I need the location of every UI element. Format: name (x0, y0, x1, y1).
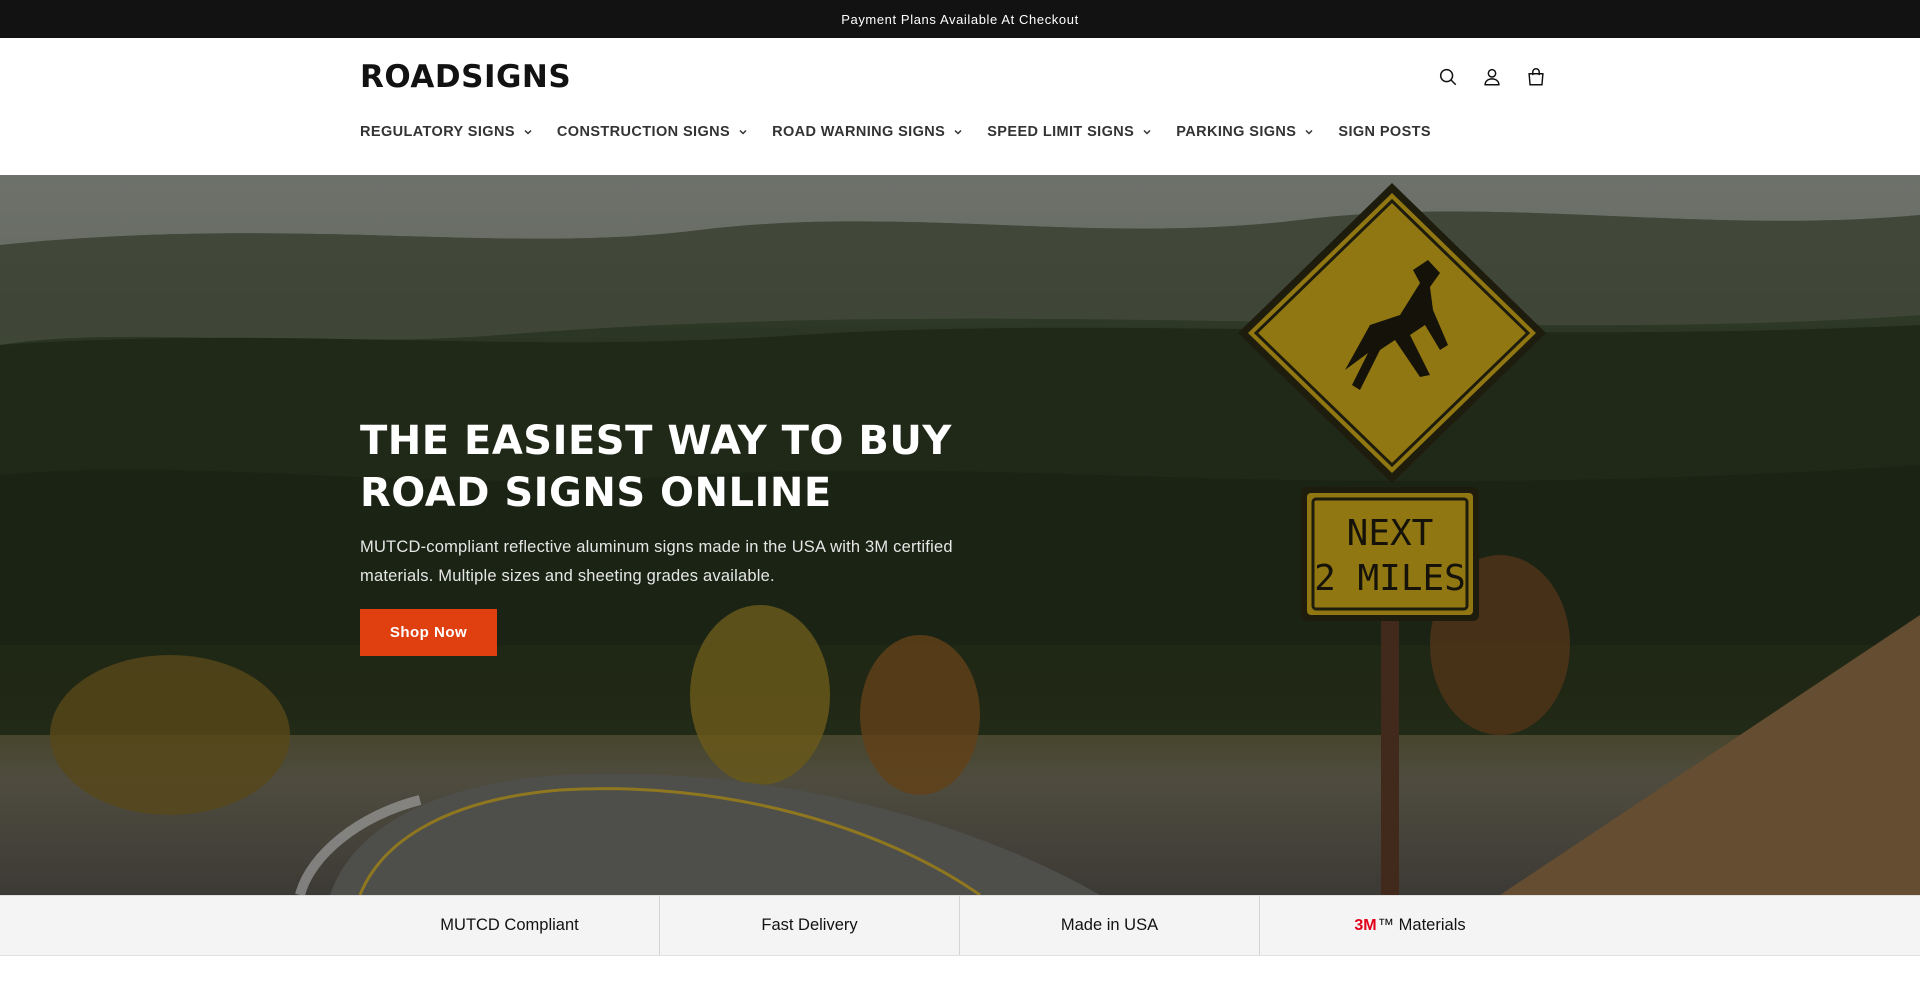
nav-item-label: SPEED LIMIT SIGNS (987, 124, 1135, 140)
announcement-text: Payment Plans Available At Checkout (841, 11, 1079, 27)
site-logo[interactable]: ROADSIGNS (360, 62, 571, 93)
nav-item-sign-posts[interactable]: SIGN POSTS (1338, 124, 1431, 140)
chevron-down-icon (1142, 127, 1152, 137)
hero-subtitle: MUTCD-compliant reflective aluminum sign… (360, 538, 953, 585)
nav-item-label: REGULATORY SIGNS (360, 124, 515, 140)
feature-mutcd-compliant: MUTCD Compliant (360, 896, 660, 955)
feature-label: MUTCD Compliant (440, 916, 579, 934)
feature-fast-delivery: Fast Delivery (660, 896, 960, 955)
feature-label: Fast Delivery (761, 916, 858, 934)
account-icon[interactable] (1480, 65, 1504, 89)
chevron-down-icon (1304, 127, 1314, 137)
search-icon[interactable] (1436, 65, 1460, 89)
chevron-down-icon (953, 127, 963, 137)
main-nav: REGULATORY SIGNS CONSTRUCTION SIGNS ROAD… (360, 124, 1455, 140)
3m-brand-mark: 3M (1354, 916, 1377, 934)
hero-banner: NEXT 2 MILES THE EASIEST WAY TO BUY ROAD… (0, 175, 1920, 895)
nav-item-road-warning-signs[interactable]: ROAD WARNING SIGNS (772, 124, 963, 140)
announcement-bar: Payment Plans Available At Checkout (0, 0, 1920, 38)
site-header: ROADSIGNS REGULATORY SIGNS CONSTRUCTION … (0, 38, 1920, 175)
chevron-down-icon (523, 127, 533, 137)
header-icons (1436, 65, 1548, 89)
nav-item-label: ROAD WARNING SIGNS (772, 124, 946, 140)
nav-item-label: SIGN POSTS (1338, 124, 1432, 140)
nav-item-regulatory-signs[interactable]: REGULATORY SIGNS (360, 124, 533, 140)
nav-item-speed-limit-signs[interactable]: SPEED LIMIT SIGNS (987, 124, 1152, 140)
nav-item-parking-signs[interactable]: PARKING SIGNS (1176, 124, 1314, 140)
feature-3m-materials: 3M ™ Materials (1260, 896, 1560, 955)
feature-label: Made in USA (1060, 916, 1159, 934)
feature-label: ™ Materials (1377, 916, 1466, 934)
cart-icon[interactable] (1524, 65, 1548, 89)
hero-title: THE EASIEST WAY TO BUY ROAD SIGNS ONLINE (360, 418, 952, 516)
shop-now-button[interactable]: Shop Now (360, 609, 497, 656)
hero-content: THE EASIEST WAY TO BUY ROAD SIGNS ONLINE… (360, 415, 1020, 656)
nav-item-label: CONSTRUCTION SIGNS (556, 124, 731, 140)
feature-made-in-usa: Made in USA (960, 896, 1260, 955)
nav-item-label: PARKING SIGNS (1176, 124, 1297, 140)
nav-item-construction-signs[interactable]: CONSTRUCTION SIGNS (557, 124, 748, 140)
chevron-down-icon (738, 127, 748, 137)
feature-bar: MUTCD Compliant Fast Delivery Made in US… (0, 895, 1920, 956)
